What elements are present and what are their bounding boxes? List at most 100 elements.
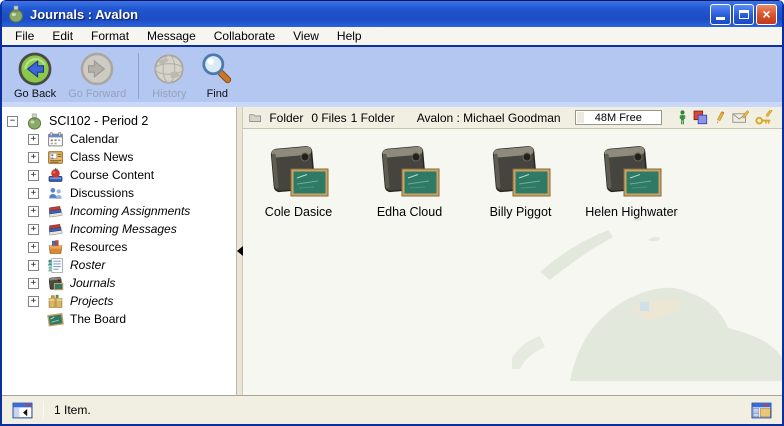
- panel-splitter[interactable]: [236, 107, 243, 395]
- journal-item-edha-cloud[interactable]: Edha Cloud: [354, 143, 465, 219]
- find-button[interactable]: Find: [193, 50, 241, 101]
- folder-content-area[interactable]: Cole Dasice: [243, 129, 782, 395]
- close-button[interactable]: ×: [756, 4, 777, 25]
- supply-box-icon: [47, 239, 64, 256]
- minimize-button[interactable]: [710, 4, 731, 25]
- flask-icon: [7, 5, 25, 23]
- folders-count: 1 Folder: [351, 111, 395, 125]
- history-label: History: [152, 88, 186, 100]
- toggle-tree-panel-icon: [12, 402, 33, 419]
- go-forward-button[interactable]: Go Forward: [62, 50, 132, 101]
- tree-item-projects[interactable]: + Projects: [2, 292, 236, 310]
- tree-item-discussions[interactable]: + Discussions: [2, 184, 236, 202]
- journal-items-row: Cole Dasice: [243, 129, 782, 219]
- tree-item-the-board[interactable]: The Board: [2, 310, 236, 328]
- key-icon[interactable]: [755, 110, 774, 125]
- journal-item-cole-dasice[interactable]: Cole Dasice: [243, 143, 354, 219]
- expand-icon[interactable]: +: [28, 224, 39, 235]
- app-window: Journals : Avalon × File Edit Format Mes…: [0, 0, 784, 426]
- expand-icon[interactable]: +: [28, 242, 39, 253]
- back-icon: [17, 51, 53, 87]
- flask-icon: [26, 113, 43, 130]
- collapse-expander-icon[interactable]: −: [7, 116, 18, 127]
- expand-icon[interactable]: +: [28, 134, 39, 145]
- journal-chalkboard-icon: [266, 143, 332, 201]
- people-icon: [47, 185, 64, 202]
- books-stack-icon: [47, 203, 64, 220]
- maximize-button[interactable]: [733, 4, 754, 25]
- expand-icon[interactable]: +: [28, 260, 39, 271]
- tree-item-incoming-assignments[interactable]: + Incoming Assignments: [2, 202, 236, 220]
- forward-icon: [79, 51, 115, 87]
- menu-file[interactable]: File: [6, 27, 43, 45]
- history-globe-icon: [151, 51, 187, 87]
- journal-item-name[interactable]: Helen Highwater: [585, 205, 677, 219]
- tree-item-label[interactable]: Incoming Messages: [70, 222, 177, 236]
- journal-item-helen-highwater[interactable]: Helen Highwater: [576, 143, 687, 219]
- folder-icon: [249, 110, 261, 125]
- menu-edit[interactable]: Edit: [43, 27, 82, 45]
- no-expander: [28, 314, 39, 325]
- go-forward-label: Go Forward: [68, 88, 126, 100]
- free-space-indicator: 48M Free: [575, 110, 662, 125]
- maximize-icon: [739, 10, 749, 19]
- menu-collaborate[interactable]: Collaborate: [205, 27, 284, 45]
- journal-item-name[interactable]: Edha Cloud: [377, 205, 442, 219]
- tree-item-label[interactable]: Journals: [70, 276, 115, 290]
- tree-item-label[interactable]: The Board: [70, 312, 126, 326]
- calendar-icon: [47, 131, 64, 148]
- tree-item-label[interactable]: Roster: [70, 258, 105, 272]
- journal-chalkboard-icon: [488, 143, 554, 201]
- toolbar: Go Back Go Forward History: [2, 47, 782, 107]
- expand-icon[interactable]: +: [28, 152, 39, 163]
- folder-type-label: Folder: [269, 111, 303, 125]
- find-magnifier-icon: [199, 51, 235, 87]
- tree-item-label[interactable]: Class News: [70, 150, 133, 164]
- tree-item-label[interactable]: Resources: [70, 240, 127, 254]
- toggle-detail-panel-button[interactable]: [751, 402, 772, 419]
- chalkboard-icon: [47, 311, 64, 328]
- menu-format[interactable]: Format: [82, 27, 138, 45]
- expand-icon[interactable]: +: [28, 170, 39, 181]
- compose-mail-icon[interactable]: [732, 110, 749, 125]
- tree-item-incoming-messages[interactable]: + Incoming Messages: [2, 220, 236, 238]
- tree-item-label[interactable]: Incoming Assignments: [70, 204, 190, 218]
- history-button[interactable]: History: [145, 50, 193, 101]
- tree-item-calendar[interactable]: + Calendar: [2, 130, 236, 148]
- toggle-tree-panel-button[interactable]: [12, 402, 33, 419]
- toolbar-separator: [138, 53, 139, 99]
- item-count-label: 1 Item.: [54, 403, 91, 417]
- menu-view[interactable]: View: [284, 27, 328, 45]
- tree-item-journals[interactable]: + Journals: [2, 274, 236, 292]
- tree-item-label[interactable]: Calendar: [70, 132, 119, 146]
- apple-book-icon: [47, 167, 64, 184]
- journal-item-name[interactable]: Billy Piggot: [490, 205, 552, 219]
- title-bar[interactable]: Journals : Avalon ×: [2, 0, 782, 27]
- server-owner-label: Avalon : Michael Goodman: [417, 111, 561, 125]
- tree-item-class-news[interactable]: + Class News: [2, 148, 236, 166]
- layers-icon[interactable]: [693, 110, 708, 125]
- tree-item-resources[interactable]: + Resources: [2, 238, 236, 256]
- person-icon[interactable]: [678, 110, 687, 125]
- journal-item-billy-piggot[interactable]: Billy Piggot: [465, 143, 576, 219]
- window-title: Journals : Avalon: [30, 7, 710, 22]
- expand-icon[interactable]: +: [28, 206, 39, 217]
- tree-item-label[interactable]: Course Content: [70, 168, 154, 182]
- tree-item-roster[interactable]: + Roster: [2, 256, 236, 274]
- map-watermark: [512, 206, 782, 381]
- tree-item-label[interactable]: Projects: [70, 294, 113, 308]
- expand-icon[interactable]: +: [28, 296, 39, 307]
- menu-help[interactable]: Help: [328, 27, 371, 45]
- tree-item-label[interactable]: Discussions: [70, 186, 134, 200]
- journal-item-name[interactable]: Cole Dasice: [265, 205, 332, 219]
- journal-chalkboard-icon: [599, 143, 665, 201]
- menu-message[interactable]: Message: [138, 27, 205, 45]
- project-crate-icon: [47, 293, 64, 310]
- expand-icon[interactable]: +: [28, 278, 39, 289]
- pencil-icon[interactable]: [714, 110, 726, 125]
- expand-icon[interactable]: +: [28, 188, 39, 199]
- tree-item-label[interactable]: SCI102 - Period 2: [49, 114, 148, 128]
- tree-item-course-root[interactable]: − SCI102 - Period 2: [2, 112, 236, 130]
- go-back-button[interactable]: Go Back: [8, 50, 62, 101]
- tree-item-course-content[interactable]: + Course Content: [2, 166, 236, 184]
